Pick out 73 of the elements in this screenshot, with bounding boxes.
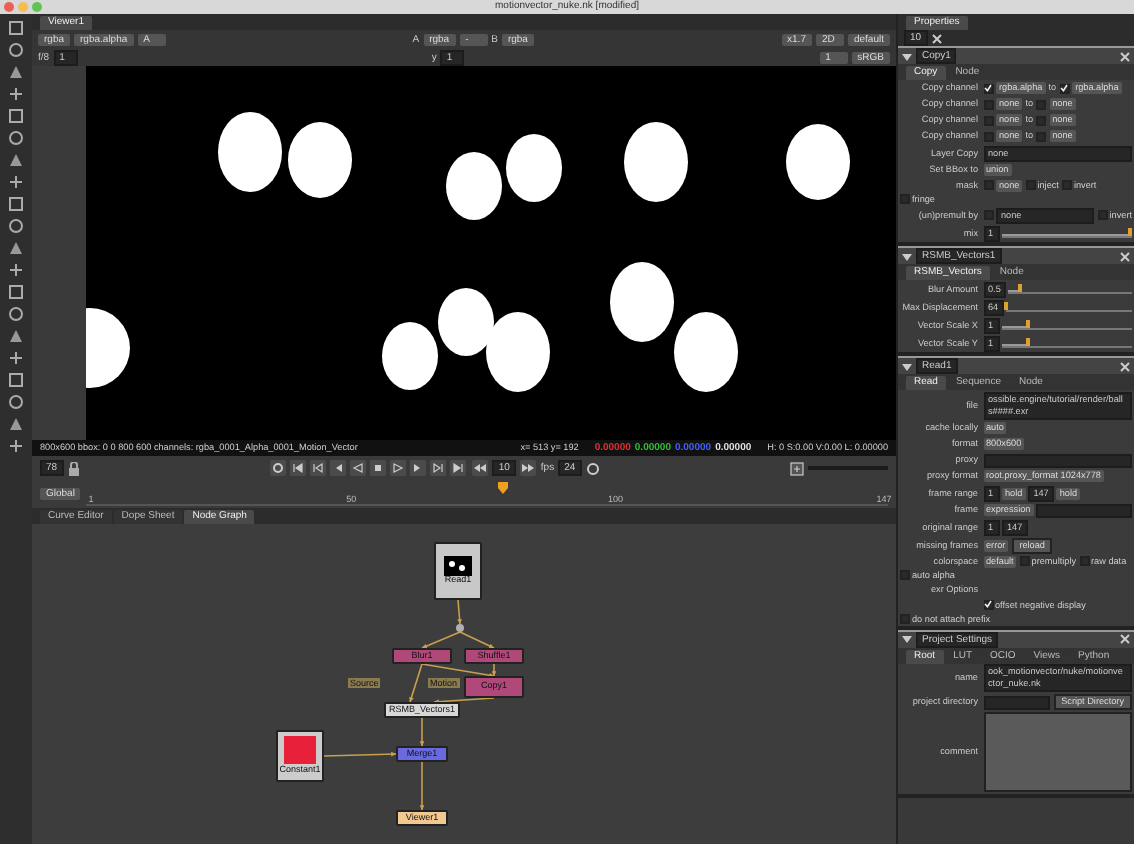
checkbox[interactable] xyxy=(1036,131,1047,141)
toolbar-tool-icon[interactable] xyxy=(8,86,24,102)
slider-handle[interactable] xyxy=(1025,320,1030,328)
checkbox[interactable] xyxy=(900,570,910,581)
jump-forward-button[interactable] xyxy=(520,460,537,476)
thumbnail-drawing xyxy=(444,556,472,577)
checkbox[interactable] xyxy=(983,131,993,141)
toolbar-tool-icon[interactable] xyxy=(8,438,24,454)
input-field[interactable] xyxy=(1036,503,1132,517)
dot-node[interactable] xyxy=(456,624,464,632)
rewind-icon xyxy=(474,462,487,474)
play-backward-button[interactable] xyxy=(349,460,366,476)
close-icon[interactable] xyxy=(1120,251,1130,261)
first-frame-button[interactable] xyxy=(289,460,306,476)
close-icon[interactable] xyxy=(1120,361,1130,371)
jump-back-button[interactable] xyxy=(472,460,489,476)
step-back-button[interactable] xyxy=(329,460,346,476)
previous-keyframe-button[interactable] xyxy=(309,460,326,476)
connector-arrow xyxy=(418,718,426,746)
checkbox[interactable] xyxy=(983,210,993,220)
step-forward-icon xyxy=(411,462,424,474)
checkbox[interactable] xyxy=(1025,180,1036,190)
stop-icon xyxy=(371,462,384,474)
previous-keyframe-icon xyxy=(311,462,324,474)
checkbox[interactable] xyxy=(900,194,910,205)
close-icon[interactable] xyxy=(931,33,941,43)
close-icon[interactable] xyxy=(1120,51,1130,61)
connector-arrow xyxy=(430,698,498,702)
play-backward-icon xyxy=(351,462,364,474)
checkbox[interactable] xyxy=(1079,556,1090,566)
checkbox[interactable] xyxy=(983,180,993,190)
last-frame-button[interactable] xyxy=(449,460,466,476)
slider-handle[interactable] xyxy=(1128,228,1132,236)
play-icon xyxy=(391,462,404,474)
toolbar-tool-icon[interactable] xyxy=(8,262,24,278)
checkbox[interactable] xyxy=(1019,556,1030,566)
slider-handle[interactable] xyxy=(1025,338,1030,346)
input-field[interactable] xyxy=(983,453,1132,467)
settings-icon xyxy=(271,462,284,474)
step-forward-button[interactable] xyxy=(409,460,426,476)
checkbox[interactable] xyxy=(1061,180,1072,190)
checkbox[interactable] xyxy=(1059,83,1070,93)
fast-forward-icon xyxy=(522,462,535,474)
close-icon[interactable] xyxy=(1120,634,1130,644)
next-keyframe-icon xyxy=(431,462,444,474)
first-frame-icon xyxy=(291,462,304,474)
checkbox[interactable] xyxy=(1036,115,1047,125)
playhead-icon[interactable] xyxy=(498,482,509,494)
last-frame-icon xyxy=(451,462,464,474)
slider-handle[interactable] xyxy=(1004,302,1009,310)
checkbox[interactable] xyxy=(900,613,910,624)
connector-arrow xyxy=(418,762,426,810)
toolbar-tool-icon[interactable] xyxy=(8,174,24,190)
step-back-icon xyxy=(331,462,344,474)
checkbox[interactable] xyxy=(983,83,993,93)
checkbox[interactable] xyxy=(983,99,993,109)
add-icon[interactable] xyxy=(789,461,804,475)
lock-icon[interactable] xyxy=(68,461,80,475)
slider-handle[interactable] xyxy=(1018,284,1023,292)
loop-icon[interactable] xyxy=(586,461,601,475)
connector-arrow xyxy=(320,754,400,758)
stop-button[interactable] xyxy=(369,460,386,476)
comment-field[interactable] xyxy=(983,712,1132,792)
toolbar-tool-icon[interactable] xyxy=(8,350,24,366)
connector-arrow xyxy=(454,600,464,624)
settings-button[interactable] xyxy=(269,460,286,476)
checkbox[interactable] xyxy=(1097,210,1108,220)
input-field[interactable] xyxy=(983,695,1051,709)
play-button[interactable] xyxy=(389,460,406,476)
next-keyframe-button[interactable] xyxy=(429,460,446,476)
checkbox[interactable] xyxy=(983,115,993,125)
checkbox[interactable] xyxy=(1036,99,1047,109)
checkbox[interactable] xyxy=(983,599,993,610)
